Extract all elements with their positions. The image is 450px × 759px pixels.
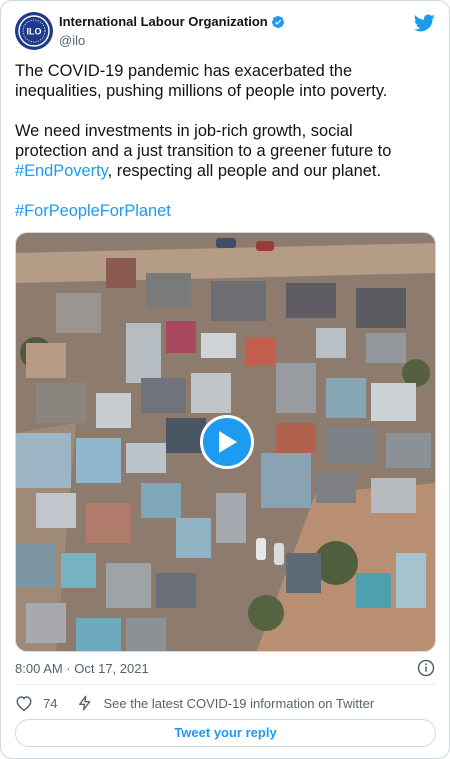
avatar-text: ILO — [27, 27, 42, 37]
tweet-card: ILO International Labour Organization @i… — [0, 0, 450, 759]
lightning-icon — [79, 695, 91, 711]
avatar[interactable]: ILO — [15, 12, 53, 50]
tweet-actions: 74 See the latest COVID-19 information o… — [15, 693, 435, 713]
hashtag-end-poverty[interactable]: #EndPoverty — [15, 162, 108, 180]
tweet-text-line: protection and a just transition to a gr… — [15, 142, 392, 160]
ilo-logo-icon: ILO — [18, 15, 50, 47]
heart-icon — [16, 696, 32, 712]
author-display-name-row[interactable]: International Labour Organization — [59, 14, 285, 29]
tweet-text: The COVID-19 pandemic has exacerbated th… — [15, 61, 435, 221]
tweet-text-line: We need investments in job-rich growth, … — [15, 122, 353, 140]
tweet-text-line: #EndPoverty, respecting all people and o… — [15, 161, 435, 181]
tweet-your-reply-button[interactable]: Tweet your reply — [15, 719, 436, 747]
video-thumbnail[interactable] — [15, 232, 436, 652]
tweet-header: ILO International Labour Organization @i… — [15, 12, 435, 52]
play-icon — [219, 431, 237, 453]
tweet-text-fragment: , respecting all people and our planet. — [107, 162, 382, 180]
author-names: International Labour Organization @ilo — [59, 14, 285, 48]
like-count: 74 — [43, 695, 58, 711]
tweet-text-line: inequalities, pushing millions of people… — [15, 82, 388, 100]
verified-badge-icon — [271, 15, 284, 28]
info-icon[interactable] — [417, 659, 435, 677]
divider — [15, 684, 435, 685]
tweet-text-line: #ForPeopleForPlanet — [15, 201, 435, 221]
tweet-timestamp[interactable]: 8:00 AM · Oct 17, 2021 — [15, 661, 149, 676]
like-button[interactable]: 74 — [15, 694, 57, 712]
tweet-text-line: The COVID-19 pandemic has exacerbated th… — [15, 62, 353, 80]
author-handle[interactable]: @ilo — [59, 33, 285, 48]
author-display-name[interactable]: International Labour Organization — [59, 14, 268, 29]
covid-info-link[interactable]: See the latest COVID-19 information on T… — [77, 694, 374, 712]
play-button[interactable] — [200, 415, 254, 469]
hashtag-for-people-for-planet[interactable]: #ForPeopleForPlanet — [15, 202, 171, 220]
covid-info-text[interactable]: See the latest COVID-19 information on T… — [103, 696, 374, 711]
twitter-bird-icon[interactable] — [413, 12, 435, 34]
